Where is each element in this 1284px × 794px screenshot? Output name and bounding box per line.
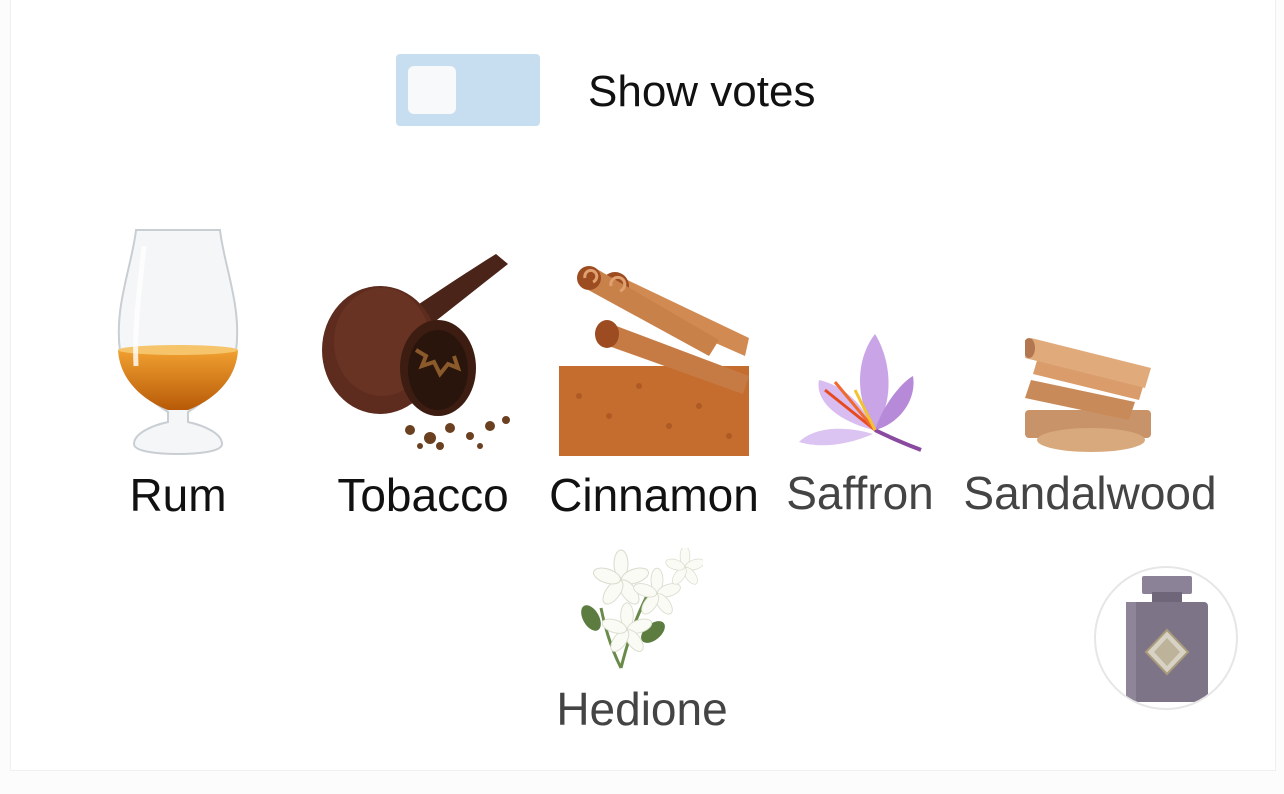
sandalwood-icon (1025, 338, 1151, 452)
note-hedione[interactable]: Hedione (540, 548, 744, 734)
tobacco-pipe-icon (322, 254, 510, 450)
perfume-bottle-thumbnail[interactable] (1094, 566, 1238, 710)
toggle-knob[interactable] (408, 66, 456, 114)
note-label: Rum (129, 469, 227, 521)
cinnamon-sticks-icon (559, 266, 749, 456)
note-sandalwood[interactable]: Sandalwood (954, 334, 1226, 518)
note-rum[interactable]: Rum (96, 226, 260, 520)
note-tobacco[interactable]: Tobacco (318, 250, 528, 520)
saffron-flower-icon (799, 334, 922, 452)
note-label: Cinnamon (549, 469, 759, 521)
rum-glass-icon (117, 229, 239, 456)
note-cinnamon[interactable]: Cinnamon (544, 266, 764, 520)
show-votes-label: Show votes (588, 67, 816, 116)
note-label: Hedione (556, 683, 728, 735)
perfume-bottle-icon (1126, 576, 1208, 702)
note-label: Saffron (786, 467, 934, 519)
note-label: Tobacco (337, 469, 509, 521)
note-label: Sandalwood (963, 467, 1217, 519)
show-votes-toggle[interactable] (396, 54, 540, 126)
note-saffron[interactable]: Saffron (780, 330, 940, 518)
jasmine-flower-icon (581, 548, 703, 669)
